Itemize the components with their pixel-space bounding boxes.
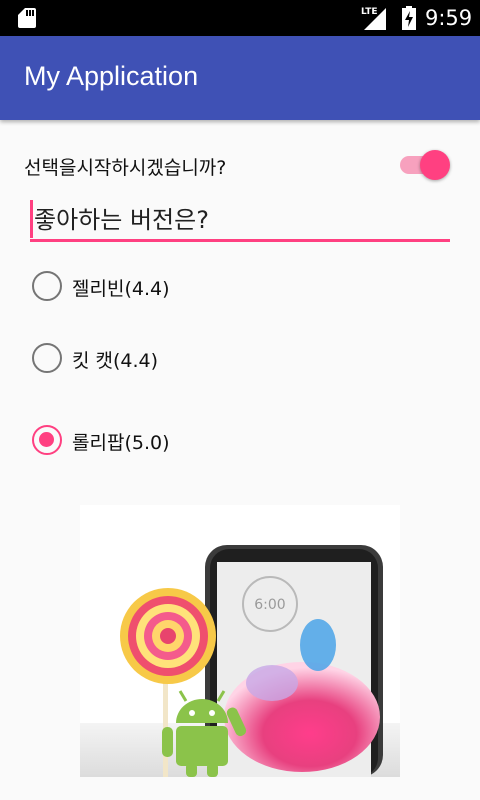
- favorite-version-field[interactable]: 좋아하는 버전은?: [30, 196, 450, 242]
- radio-lollipop[interactable]: 롤리팝(5.0): [32, 425, 332, 457]
- signal-strength-icon: [364, 8, 386, 30]
- lollipop-image: 6:00: [80, 505, 400, 777]
- start-selection-switch[interactable]: [396, 148, 452, 182]
- radio-circle-icon: [32, 343, 62, 373]
- battery-charging-icon: [402, 6, 416, 30]
- sd-card-icon: [18, 8, 36, 28]
- radio-jellybean[interactable]: 젤리빈(4.4): [32, 271, 332, 303]
- status-clock: 9:59: [425, 6, 473, 30]
- radio-label: 킷 캣(4.4): [72, 350, 159, 372]
- radio-checked-icon: [32, 425, 62, 455]
- switch-thumb: [420, 150, 450, 180]
- radio-kitkat[interactable]: 킷 캣(4.4): [32, 343, 332, 375]
- app-title: My Application: [24, 61, 199, 91]
- radio-circle-icon: [32, 271, 62, 301]
- android-lollipop-illustration: 6:00: [80, 505, 400, 777]
- app-bar: My Application: [0, 36, 480, 120]
- text-cursor: [30, 200, 33, 238]
- favorite-version-value: 좋아하는 버전은?: [34, 206, 209, 234]
- status-bar: LTE 9:59: [0, 0, 480, 36]
- radio-label: 젤리빈(4.4): [72, 278, 170, 300]
- switch-label: 선택을시작하시겠습니까?: [24, 157, 227, 179]
- field-underline: [30, 239, 450, 242]
- phone-clock-text: 6:00: [254, 597, 285, 613]
- radio-label: 롤리팝(5.0): [72, 432, 170, 454]
